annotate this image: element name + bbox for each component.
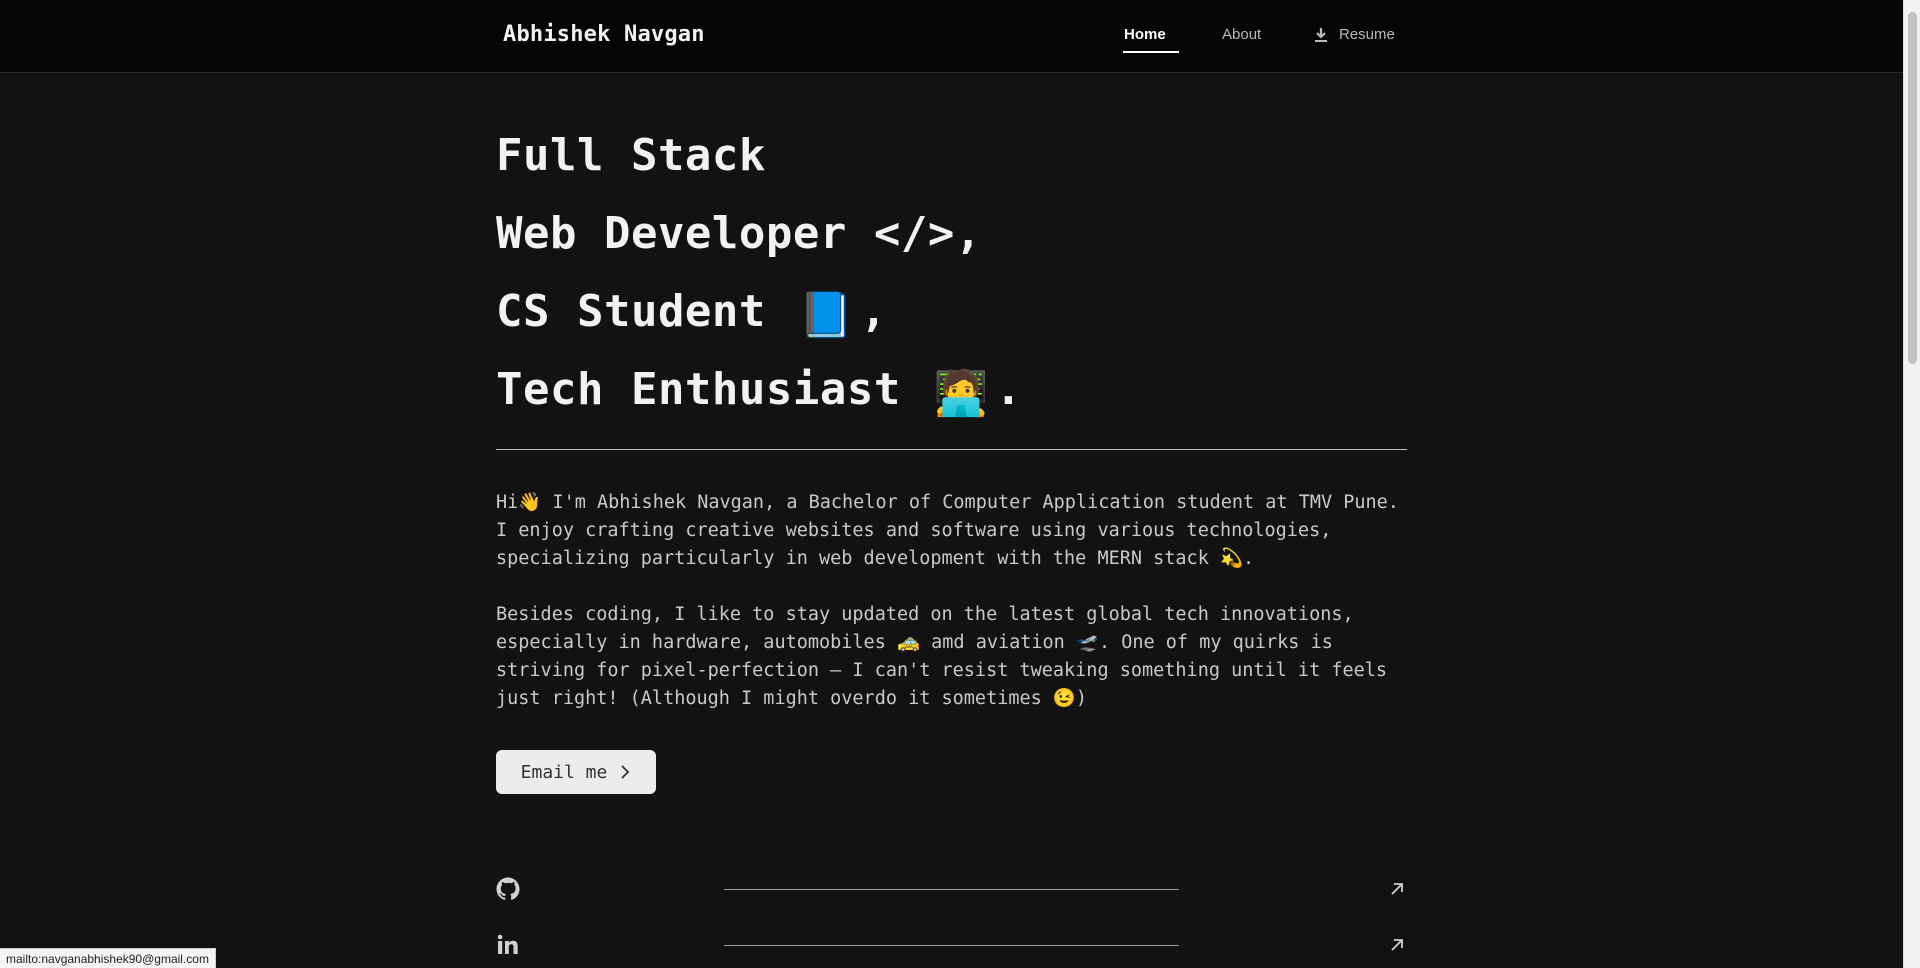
about-paragraph-1: Hi👋 I'm Abhishek Navgan, a Bachelor of C… xyxy=(496,492,1399,569)
hero-line-3-text: CS Student xyxy=(496,286,766,337)
nav-resume-link[interactable]: Resume xyxy=(1313,26,1395,43)
resume-label: Resume xyxy=(1339,26,1395,43)
email-me-label: Email me xyxy=(520,761,608,783)
book-emoji-icon: 📘 xyxy=(798,290,855,341)
browser-status-bar: mailto:navganabhishek90@gmail.com xyxy=(0,948,216,968)
chevron-right-icon xyxy=(621,765,630,779)
nav-home-link[interactable]: Home xyxy=(1123,26,1179,53)
page: Abhishek Navgan Home About Resume Full S… xyxy=(0,0,1920,968)
external-link-arrow-icon[interactable] xyxy=(1387,935,1407,955)
hero-line-3-suffix: , xyxy=(860,286,888,337)
hero-line-4: Tech Enthusiast 🧑‍💻. xyxy=(496,364,1022,419)
email-me-button[interactable]: Email me xyxy=(496,750,656,794)
github-icon[interactable] xyxy=(496,877,520,901)
about-paragraph-2: Besides coding, I like to stay updated o… xyxy=(496,604,1388,709)
vertical-scrollbar[interactable] xyxy=(1903,0,1920,968)
technologist-emoji-icon: 🧑‍💻 xyxy=(933,368,990,419)
linkedin-icon[interactable] xyxy=(496,933,520,957)
hero-line-1: Full Stack xyxy=(496,130,766,181)
hero-line-4-text: Tech Enthusiast xyxy=(496,364,901,415)
hero-line-3: CS Student 📘, xyxy=(496,286,887,341)
social-divider-line xyxy=(724,945,1179,946)
scrollbar-thumb[interactable] xyxy=(1908,12,1917,364)
hero-line-2: Web Developer </>, xyxy=(496,208,982,259)
social-divider-line xyxy=(724,889,1179,890)
hero-divider xyxy=(496,449,1407,450)
brand-name[interactable]: Abhishek Navgan xyxy=(503,22,705,47)
external-link-arrow-icon[interactable] xyxy=(1387,879,1407,899)
nav-about-link[interactable]: About xyxy=(1222,26,1261,43)
social-row-linkedin[interactable] xyxy=(496,933,1407,963)
hero-line-4-suffix: . xyxy=(995,364,1023,415)
navbar: Abhishek Navgan Home About Resume xyxy=(0,0,1903,73)
download-icon xyxy=(1315,27,1327,42)
social-row-github[interactable] xyxy=(496,877,1407,907)
